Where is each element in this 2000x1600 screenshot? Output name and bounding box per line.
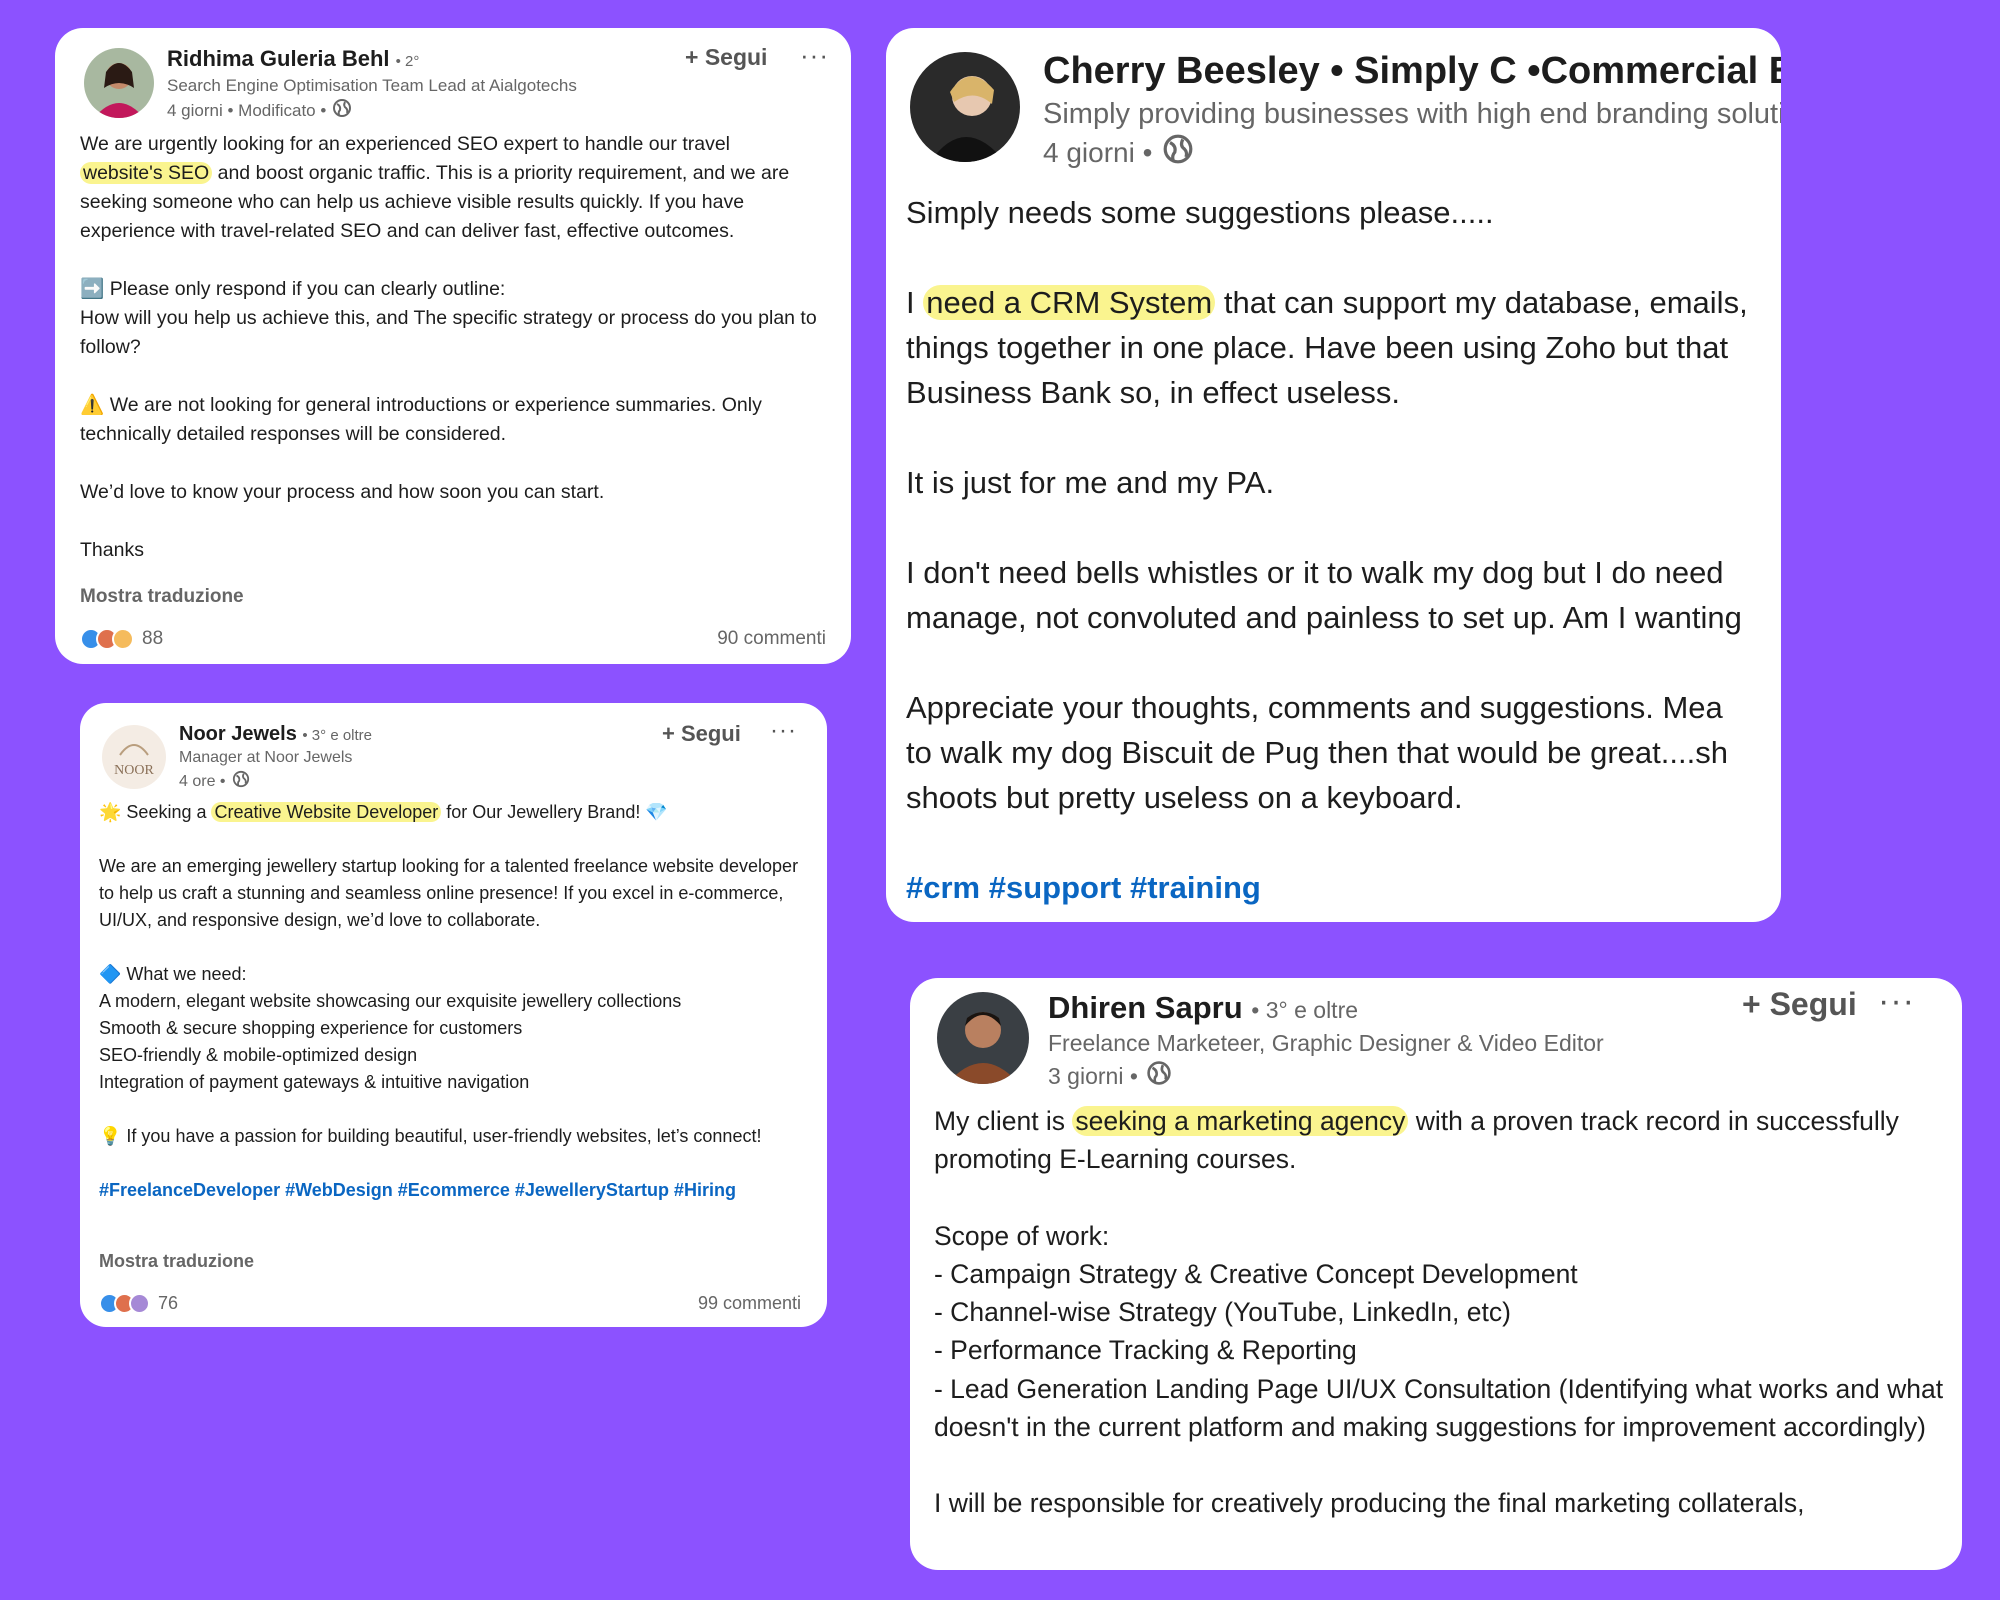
globe-icon [1146,1060,1172,1092]
company-logo[interactable]: NOOR [102,725,166,789]
author-headline: Freelance Marketeer, Graphic Designer & … [1048,1030,1604,1056]
star-icon: 🌟 [99,802,122,822]
post-meta: 3 giorni • [1048,1062,1138,1089]
hashtags[interactable]: #crm #support #training [906,865,1781,910]
comments-count[interactable]: 90 commenti [717,628,826,650]
more-options-icon[interactable]: ··· [1878,982,1915,1021]
avatar[interactable] [84,48,154,118]
show-translation-link[interactable]: Mostra traduzione [99,1251,254,1272]
post-meta: 4 ore • [179,772,226,790]
logo-text: NOOR [114,763,154,778]
gem-icon: 💎 [645,802,668,822]
post-card-noor: NOOR Noor Jewels • 3° e oltre Manager at… [80,703,827,1327]
connection-degree: • 3° e oltre [302,727,373,744]
follow-button[interactable]: + Segui [662,721,741,747]
follow-button[interactable]: + Segui [1742,986,1857,1023]
comments-count[interactable]: 99 commenti [698,1293,801,1314]
post-paragraph: We’d love to know your process and how s… [80,481,605,503]
author-name[interactable]: Dhiren Sapru [1048,990,1243,1025]
author-headline: Manager at Noor Jewels [179,749,353,766]
lightbulb-icon: 💡 [99,1126,122,1146]
post-card-dhiren: Dhiren Sapru • 3° e oltre Freelance Mark… [910,978,1962,1570]
arrow-right-icon: ➡️ [80,278,105,300]
post-paragraph: I need a CRM System that can support my … [906,285,1748,410]
connection-degree: • 2° [395,53,420,70]
globe-icon [332,98,352,123]
highlight: Creative Website Developer [211,802,442,822]
post-paragraph: My client is seeking a marketing agency … [934,1106,1907,1175]
post-card-cherry: Cherry Beesley • Simply C •Commercial Br… [886,28,1781,922]
post-paragraph: Thanks [80,539,144,561]
show-translation-link[interactable]: Mostra traduzione [80,586,244,608]
hashtags[interactable]: #FreelanceDeveloper #WebDesign #Ecommerc… [99,1177,804,1204]
post-body: We are urgently looking for an experienc… [80,133,795,242]
post-paragraph: Scope of work: - Campaign Strategy & Cre… [934,1220,1944,1443]
highlight: website's SEO [80,162,213,184]
post-paragraph: It is just for me and my PA. [906,465,1275,500]
avatar[interactable] [937,992,1029,1084]
insightful-icon [112,628,134,650]
warning-icon: ⚠️ [80,394,105,416]
author-headline: Simply providing businesses with high en… [1043,98,1781,130]
author-name[interactable]: Cherry Beesley • Simply C •Commercial Br… [1043,50,1781,93]
post-paragraph: Appreciate your thoughts, comments and s… [906,690,1728,815]
support-icon [129,1293,150,1314]
post-meta: 4 giorni • [1043,136,1153,168]
post-paragraph: Simply needs some suggestions please....… [906,195,1494,230]
more-options-icon[interactable]: ··· [800,40,829,71]
more-options-icon[interactable]: ··· [770,717,797,745]
post-paragraph: 🔷 What we need: A modern, elegant websit… [99,964,682,1092]
diamond-icon: 🔷 [99,964,122,984]
post-paragraph: I will be responsible for creatively pro… [934,1488,1805,1519]
reactions-count[interactable]: 76 [99,1293,178,1314]
post-paragraph: We are an emerging jewellery startup loo… [99,856,804,930]
author-name[interactable]: Noor Jewels [179,723,297,745]
avatar[interactable] [910,52,1020,162]
author-headline: Search Engine Optimisation Team Lead at … [167,76,577,95]
post-meta: 4 giorni • Modificato • [167,100,327,120]
highlight: need a CRM System [923,285,1216,320]
reactions-count[interactable]: 88 [80,628,163,650]
author-name[interactable]: Ridhima Guleria Behl [167,46,390,71]
post-paragraph: 🌟 Seeking a Creative Website Developer f… [99,802,668,822]
post-paragraph: 💡 If you have a passion for building bea… [99,1126,762,1146]
connection-degree: • 3° e oltre [1251,997,1359,1023]
post-paragraph: I don't need bells whistles or it to wal… [906,555,1742,635]
follow-button[interactable]: + Segui [685,44,767,71]
highlight: seeking a marketing agency [1072,1106,1409,1136]
globe-icon [232,770,250,793]
globe-icon [1162,133,1194,172]
post-card-ridhima: Ridhima Guleria Behl • 2° Search Engine … [55,28,851,664]
